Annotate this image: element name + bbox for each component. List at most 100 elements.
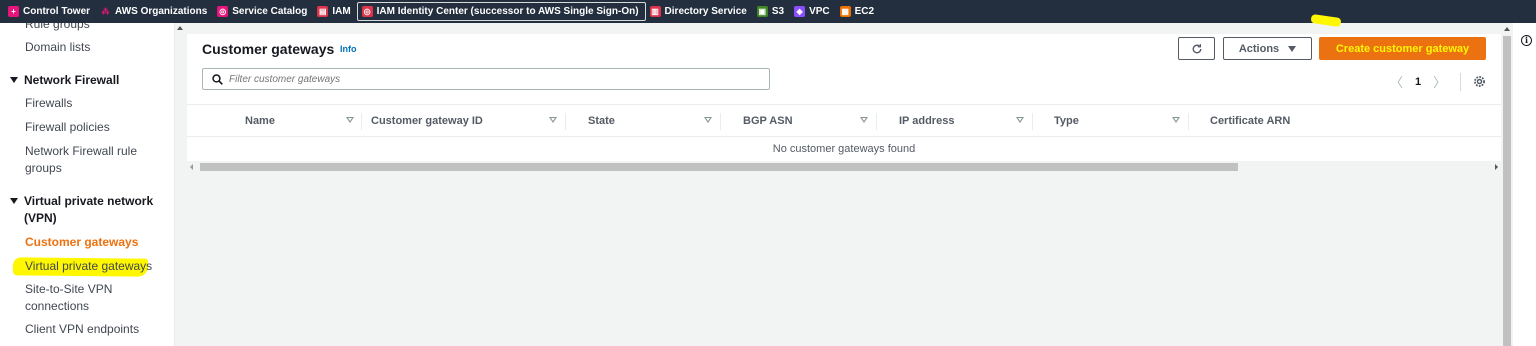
info-link[interactable]: Info — [340, 44, 357, 54]
divider — [1460, 72, 1462, 91]
next-page-icon[interactable]: 〉 — [1433, 72, 1446, 91]
search-icon — [212, 73, 223, 85]
sidebar-item-domain-lists[interactable]: Domain lists — [25, 39, 90, 56]
refresh-button[interactable] — [1178, 37, 1215, 60]
column-header-name[interactable]: Name — [245, 115, 275, 127]
page-vertical-scrollbar[interactable] — [1501, 23, 1513, 346]
sidebar-item-site-to-site-vpn[interactable]: Site-to-Site VPN connections — [25, 281, 112, 315]
item-label-line: Network Firewall rule — [25, 144, 138, 158]
fav-label: IAM — [332, 6, 351, 17]
previous-page-icon[interactable]: 〈 — [1390, 72, 1403, 91]
customer-gateways-table-panel: Customer gateways Info Actions Create cu… — [187, 34, 1501, 161]
column-divider[interactable] — [565, 113, 566, 130]
table-header: Name Customer gateway ID State BGP ASN I… — [187, 104, 1501, 137]
search-input[interactable] — [229, 73, 729, 85]
sidebar-item-client-vpn-endpoints[interactable]: Client VPN endpoints — [25, 321, 139, 338]
service-catalog-icon: ◎ — [217, 6, 229, 17]
fav-label: Directory Service — [664, 6, 747, 17]
empty-state-message: No customer gateways found — [772, 143, 916, 155]
page-number[interactable]: 1 — [1415, 76, 1421, 88]
sidebar-item-customer-gateways[interactable]: Customer gateways — [25, 234, 138, 251]
fav-directory-service[interactable]: ▥ Directory Service — [646, 2, 753, 21]
section-label: Virtual private network (VPN) — [24, 193, 153, 227]
s3-icon: ▣ — [756, 6, 768, 17]
vpc-icon: ◈ — [794, 6, 806, 17]
column-header-customer-gateway-id[interactable]: Customer gateway ID — [371, 115, 483, 127]
actions-button[interactable]: Actions — [1223, 37, 1312, 60]
create-customer-gateway-button[interactable]: Create customer gateway — [1319, 37, 1486, 60]
item-label-line: groups — [25, 161, 62, 175]
section-label-line: Virtual private network — [24, 194, 154, 208]
fav-aws-organizations[interactable]: ⁂ AWS Organizations — [96, 2, 213, 21]
section-label: Network Firewall — [24, 73, 120, 87]
ec2-icon: ▦ — [839, 6, 851, 17]
column-divider[interactable] — [1032, 113, 1033, 130]
caret-down-icon — [10, 198, 18, 204]
fav-control-tower[interactable]: + Control Tower — [4, 2, 96, 21]
sidebar-item-rule-groups[interactable]: Rule groups — [25, 23, 90, 33]
fav-service-catalog[interactable]: ◎ Service Catalog — [213, 2, 313, 21]
item-label-line: Site-to-Site VPN — [25, 282, 113, 296]
sidebar-item-network-firewall-rule-groups[interactable]: Network Firewall rule groups — [25, 143, 137, 177]
preferences-gear-icon[interactable] — [1473, 75, 1486, 88]
table-horizontal-scrollbar[interactable] — [187, 161, 1501, 173]
fav-label: Control Tower — [23, 6, 91, 17]
column-header-type[interactable]: Type — [1054, 115, 1079, 127]
scrollbar-thumb[interactable] — [1503, 36, 1511, 346]
scroll-up-icon[interactable] — [177, 26, 183, 30]
sort-icon[interactable] — [860, 117, 868, 123]
scroll-left-icon[interactable] — [190, 164, 193, 170]
column-header-bgp-asn[interactable]: BGP ASN — [743, 115, 793, 127]
column-divider[interactable] — [720, 113, 721, 130]
sidebar-section-vpn[interactable]: Virtual private network (VPN) — [10, 193, 153, 227]
fav-iam-identity-center[interactable]: ◎ IAM Identity Center (successor to AWS S… — [356, 2, 646, 21]
fav-label: AWS Organizations — [115, 6, 208, 17]
side-navigation: Rule groups Domain lists Network Firewal… — [0, 23, 175, 346]
column-divider[interactable] — [876, 113, 877, 130]
refresh-icon — [1192, 43, 1201, 53]
sidebar-item-virtual-private-gateways[interactable]: Virtual private gateways — [25, 258, 152, 275]
scroll-up-icon[interactable] — [1504, 27, 1510, 31]
pagination: 〈 1 〉 — [1390, 72, 1486, 91]
help-rail: i — [1513, 23, 1536, 346]
sort-icon[interactable] — [704, 117, 712, 123]
fav-ec2[interactable]: ▦ EC2 — [836, 2, 880, 21]
fav-vpc[interactable]: ◈ VPC — [790, 2, 836, 21]
control-tower-icon: + — [8, 6, 19, 17]
section-label-line: (VPN) — [24, 211, 57, 225]
fav-label: VPC — [809, 6, 830, 17]
fav-iam[interactable]: ▤ IAM — [313, 2, 356, 21]
identity-center-icon: ◎ — [361, 6, 373, 17]
info-panel-icon[interactable]: i — [1521, 35, 1532, 46]
main-content: Customer gateways Info Actions Create cu… — [187, 13, 1501, 346]
sidebar-item-firewall-policies[interactable]: Firewall policies — [25, 119, 110, 136]
column-header-state[interactable]: State — [588, 115, 615, 127]
caret-down-icon — [10, 77, 18, 83]
column-divider[interactable] — [1188, 113, 1189, 130]
sort-icon[interactable] — [1016, 117, 1024, 123]
sidebar-section-network-firewall[interactable]: Network Firewall — [10, 72, 119, 89]
fav-label: S3 — [771, 6, 785, 17]
scroll-right-icon[interactable] — [1495, 164, 1498, 170]
sort-icon[interactable] — [549, 117, 557, 123]
column-header-certificate-arn[interactable]: Certificate ARN — [1210, 115, 1290, 127]
actions-label: Actions — [1238, 42, 1280, 55]
organizations-icon: ⁂ — [100, 6, 112, 17]
column-header-ip-address[interactable]: IP address — [899, 115, 954, 127]
sidebar-item-firewalls[interactable]: Firewalls — [25, 95, 72, 112]
search-field[interactable] — [202, 68, 770, 90]
favorites-bar: + Control Tower ⁂ AWS Organizations ◎ Servi… — [0, 0, 1536, 23]
sidebar-scrollbar[interactable] — [175, 23, 187, 346]
caret-down-icon — [1288, 45, 1297, 52]
item-label-line: connections — [25, 299, 90, 313]
fav-s3[interactable]: ▣ S3 — [753, 2, 790, 21]
directory-service-icon: ▥ — [649, 6, 661, 17]
scrollbar-thumb[interactable] — [200, 163, 1238, 171]
fav-label: Service Catalog — [232, 6, 308, 17]
fav-label: EC2 — [854, 6, 875, 17]
iam-icon: ▤ — [317, 6, 329, 17]
sort-icon[interactable] — [1172, 117, 1180, 123]
fav-label: IAM Identity Center (successor to AWS Si… — [376, 6, 639, 17]
column-divider[interactable] — [361, 113, 362, 130]
sort-icon[interactable] — [346, 117, 354, 123]
